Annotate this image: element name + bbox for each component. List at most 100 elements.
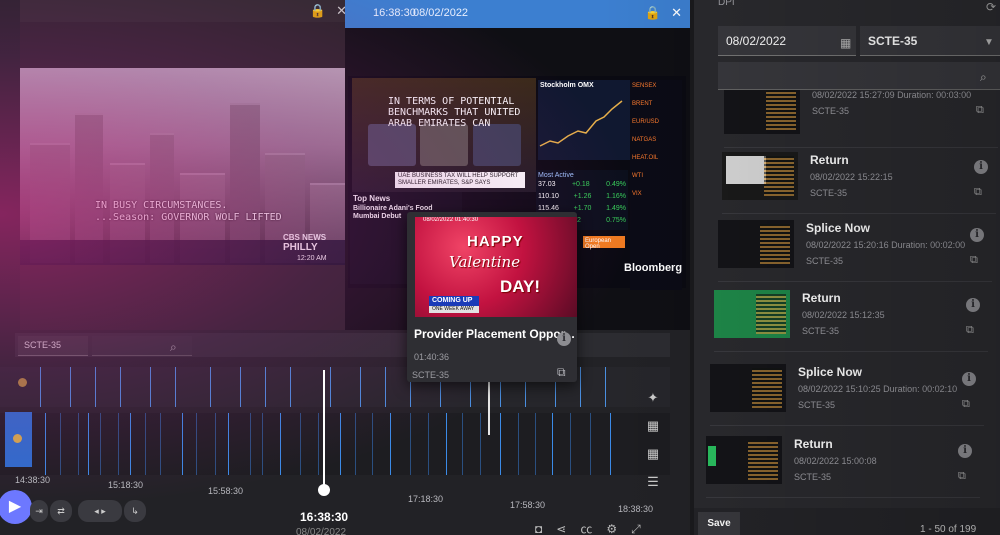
list-item[interactable]: Splice Now 08/02/2022 15:20:16 Duration:… [718,216,992,282]
copy-icon[interactable]: ⧉ [557,365,566,380]
skip-forward-icon[interactable]: ⇥ [30,500,48,522]
timeline-event-tick[interactable] [360,367,361,407]
search-icon[interactable]: ⌕ [980,70,987,85]
lock-icon[interactable]: 🔒 [645,5,661,20]
timeline-segment-tick[interactable] [45,413,46,475]
list-item[interactable]: Splice Now 08/02/2022 15:10:25 Duration:… [710,360,984,426]
timeline-filter-select[interactable]: SCTE-35 [18,336,88,356]
step-icon[interactable]: ⇄ [50,500,72,522]
event-marker[interactable] [18,378,27,387]
timeline-event-tick[interactable] [150,367,151,407]
search-icon[interactable]: ⌕ [170,340,177,355]
copy-icon[interactable]: ⧉ [958,470,966,483]
timeline-event-tick[interactable] [240,367,241,407]
cc-icon[interactable]: ㏄ [580,522,592,535]
info-icon[interactable]: i [958,444,972,458]
info-icon[interactable]: i [974,160,988,174]
timeline-segment-tick[interactable] [552,413,553,475]
timeline-event-tick[interactable] [95,367,96,407]
info-icon[interactable]: i [557,332,571,346]
timeline-segment-tick[interactable] [372,413,373,475]
copy-icon[interactable]: ⧉ [966,324,974,337]
info-icon[interactable]: i [962,372,976,386]
timeline-segment-tick[interactable] [462,413,463,475]
list-item[interactable]: 08/02/2022 15:27:09 Duration: 00:03:00 S… [724,90,998,148]
timeline-event-tick[interactable] [265,367,266,407]
timeline-track-segments[interactable] [0,413,670,475]
info-icon[interactable]: i [966,298,980,312]
timeline-search-input[interactable] [92,336,192,356]
close-icon[interactable]: ✕ [671,5,682,20]
timeline-segment-tick[interactable] [196,413,197,475]
timeline-segment-tick[interactable] [262,413,263,475]
timeline-segment-tick[interactable] [228,413,229,475]
timeline-segment-tick[interactable] [78,413,79,475]
waveform-icon[interactable]: ✦ [640,390,666,418]
list-item[interactable]: Return 08/02/2022 15:00:08 SCTE-35 i ⧉ [706,432,980,498]
event-marker[interactable] [13,434,22,443]
jump-icon[interactable]: ↳ [124,500,146,522]
copy-icon[interactable]: ⧉ [974,186,982,199]
timeline-segment-tick[interactable] [446,413,447,475]
timeline-event-tick[interactable] [210,367,211,407]
timeline-segment-tick[interactable] [318,413,319,475]
timeline-segment-tick[interactable] [182,413,183,475]
timeline-segment-tick[interactable] [390,413,391,475]
timeline-segment-tick[interactable] [500,413,501,475]
timeline-segment-tick[interactable] [300,413,301,475]
timeline-segment-tick[interactable] [590,413,591,475]
frame-step-control[interactable]: ◂ ▸ [78,500,122,522]
event-type-select[interactable]: SCTE-35 [860,26,1000,56]
save-button[interactable]: Save [698,512,740,535]
timeline-segment-tick[interactable] [250,413,251,475]
timeline-event-tick[interactable] [330,367,331,407]
timeline-event-tick[interactable] [385,367,386,407]
timeline-segment-tick[interactable] [280,413,281,475]
date-field[interactable]: 08/02/2022 [718,26,856,56]
gear-icon[interactable]: ⚙ [606,522,617,535]
timeline-segment-tick[interactable] [535,413,536,475]
timeline-event-tick[interactable] [175,367,176,407]
timeline-segment-tick[interactable] [160,413,161,475]
panel-search-input[interactable] [718,62,1000,90]
timeline-segment-tick[interactable] [480,413,481,475]
play-button[interactable]: ▶ [0,490,32,524]
timeline-event-tick[interactable] [70,367,71,407]
lock-icon[interactable]: 🔒 [310,3,326,18]
timeline-event-tick[interactable] [580,367,581,407]
timeline-segment-tick[interactable] [215,413,216,475]
fullscreen-icon[interactable]: ⤢ [631,522,641,535]
timeline-segment-tick[interactable] [340,413,341,475]
timeline-segment-tick[interactable] [518,413,519,475]
timeline-event-tick[interactable] [40,367,41,407]
timeline-segment-tick[interactable] [570,413,571,475]
chevron-down-icon[interactable]: ▼ [984,37,994,48]
list-item[interactable]: Return 08/02/2022 15:22:15 SCTE-35 i ⧉ [722,148,996,214]
event-preview-card[interactable]: 08/02/2022 01:40:30 HAPPY Valentine DAY!… [407,212,577,382]
copy-icon[interactable]: ⧉ [976,104,984,117]
timeline-event-tick[interactable] [120,367,121,407]
timeline-event-tick[interactable] [290,367,291,407]
copy-icon[interactable]: ⧉ [970,254,978,267]
timeline-segment-tick[interactable] [610,413,611,475]
timeline-segment-tick[interactable] [118,413,119,475]
timeline-segment-tick[interactable] [355,413,356,475]
info-icon[interactable]: i [970,228,984,242]
timeline-segment-tick[interactable] [410,413,411,475]
copy-icon[interactable]: ⧉ [962,398,970,411]
timeline-event-tick[interactable] [605,367,606,407]
refresh-icon[interactable]: ⟳ [986,0,996,14]
grid-icon[interactable]: ▦ [640,418,666,446]
playhead-line[interactable] [323,370,325,490]
grid-icon[interactable]: ▦ [640,446,666,474]
timeline-marker[interactable] [488,380,490,435]
timeline-segment-tick[interactable] [428,413,429,475]
timeline-segment-tick[interactable] [130,413,131,475]
calendar-icon[interactable]: ▦ [840,36,851,50]
camera-icon[interactable]: ◘ [535,522,542,535]
timeline-segment-tick[interactable] [60,413,61,475]
timeline-segment-tick[interactable] [88,413,89,475]
playhead-handle[interactable] [318,484,330,496]
share-icon[interactable]: ⋖ [556,522,566,535]
timeline-segment-tick[interactable] [100,413,101,475]
